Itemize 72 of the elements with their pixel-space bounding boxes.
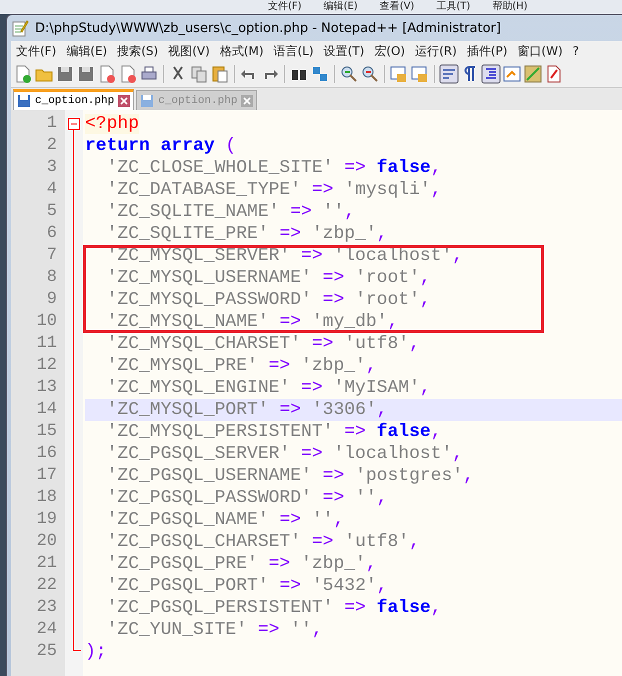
code-line: 'ZC_PGSQL_SERVER' => 'localhost', <box>106 443 464 465</box>
menu-item[interactable]: 窗口(W) <box>512 42 568 60</box>
menu-item[interactable]: ? <box>568 44 584 58</box>
line-number: 20 <box>36 531 58 553</box>
line-number: 18 <box>36 487 58 509</box>
line-number: 7 <box>46 245 58 267</box>
code-line: 'ZC_PGSQL_PRE' => 'zbp_', <box>106 553 378 575</box>
line-number: 10 <box>36 311 58 333</box>
line-number: 25 <box>36 641 58 663</box>
code-line: ); <box>85 641 108 663</box>
menu-item[interactable]: 设置(T) <box>318 42 370 60</box>
line-number: 14 <box>36 399 58 421</box>
notepad-icon <box>11 19 29 37</box>
line-number: 24 <box>36 619 58 641</box>
menu-item[interactable]: 视图(V) <box>163 42 215 60</box>
code-line: 'ZC_YUN_SITE' => '', <box>106 619 324 641</box>
line-number: 8 <box>46 267 58 289</box>
close-icon[interactable] <box>118 95 130 107</box>
line-number: 3 <box>46 157 58 179</box>
fold-collapse-icon[interactable] <box>68 118 80 130</box>
code-line: 'ZC_MYSQL_ENGINE' => 'MyISAM', <box>106 377 432 399</box>
code-line: 'ZC_SQLITE_NAME' => '', <box>106 201 356 223</box>
line-number: 6 <box>46 223 58 245</box>
code-line: 'ZC_MYSQL_USERNAME' => 'root', <box>106 267 432 289</box>
menu-item[interactable]: 搜索(S) <box>112 42 164 60</box>
line-number: 16 <box>36 443 58 465</box>
code-line: 'ZC_SQLITE_PRE' => 'zbp_', <box>106 223 388 245</box>
menu-item[interactable]: 宏(O) <box>369 42 410 60</box>
code-line: 'ZC_PGSQL_PORT' => '5432', <box>106 575 388 597</box>
menu-item[interactable]: 插件(P) <box>462 42 512 60</box>
code-line: 'ZC_PGSQL_CHARSET' => 'utf8', <box>106 531 421 553</box>
line-number: 13 <box>36 377 58 399</box>
code-line: 'ZC_MYSQL_SERVER' => 'localhost', <box>106 245 464 267</box>
save-icon[interactable] <box>55 64 75 84</box>
line-number: 11 <box>36 333 58 355</box>
line-number: 21 <box>36 553 58 575</box>
code-line: 'ZC_MYSQL_CHARSET' => 'utf8', <box>106 333 421 355</box>
save-all-icon[interactable] <box>76 64 96 84</box>
code-line: 'ZC_PGSQL_NAME' => '', <box>106 509 346 531</box>
code-line: 'ZC_PGSQL_PASSWORD' => '', <box>106 487 388 509</box>
line-number: 12 <box>36 355 58 377</box>
line-number: 17 <box>36 465 58 487</box>
code-line: 'ZC_MYSQL_PASSWORD' => 'root', <box>106 289 432 311</box>
menu-item[interactable]: 运行(R) <box>410 42 462 60</box>
line-number: 15 <box>36 421 58 443</box>
line-number: 4 <box>46 179 58 201</box>
code-line: 'ZC_PGSQL_PERSISTENT' => false, <box>106 597 442 619</box>
file-tab[interactable]: c_option.php <box>13 89 134 110</box>
menu-item[interactable]: 格式(M) <box>214 42 268 60</box>
line-number: 2 <box>46 135 58 157</box>
copy-icon[interactable] <box>189 64 209 84</box>
line-number: 9 <box>46 289 58 311</box>
line-number: 5 <box>46 201 58 223</box>
line-number: 1 <box>46 113 58 135</box>
line-number: 19 <box>36 509 58 531</box>
wrap-icon[interactable] <box>439 64 459 84</box>
code-line: 'ZC_MYSQL_PERSISTENT' => false, <box>106 421 442 443</box>
menu-item[interactable]: 文件(F) <box>11 42 62 60</box>
code-line: 'ZC_CLOSE_WHOLE_SITE' => false, <box>106 157 442 179</box>
menu-item[interactable]: 语言(L) <box>268 42 319 60</box>
line-number: 23 <box>36 597 58 619</box>
paste-icon[interactable] <box>210 64 230 84</box>
menu-item[interactable]: 编辑(E) <box>61 42 112 60</box>
code-line: 'ZC_MYSQL_NAME' => 'my_db', <box>106 311 400 333</box>
window-title: D:\phpStudy\WWW\zb_users\c_option.php - Notepad++ [Administrator] <box>35 20 501 36</box>
zoom-out-icon[interactable] <box>360 64 380 84</box>
line-number: 22 <box>36 575 58 597</box>
zoom-in-icon[interactable] <box>339 64 359 84</box>
code-line: 'ZC_PGSQL_USERNAME' => 'postgres', <box>106 465 475 487</box>
code-line: return array ( <box>85 135 238 157</box>
code-line: 'ZC_DATABASE_TYPE' => 'mysqli', <box>106 179 442 201</box>
code-line: 'ZC_MYSQL_PRE' => 'zbp_', <box>106 355 378 377</box>
